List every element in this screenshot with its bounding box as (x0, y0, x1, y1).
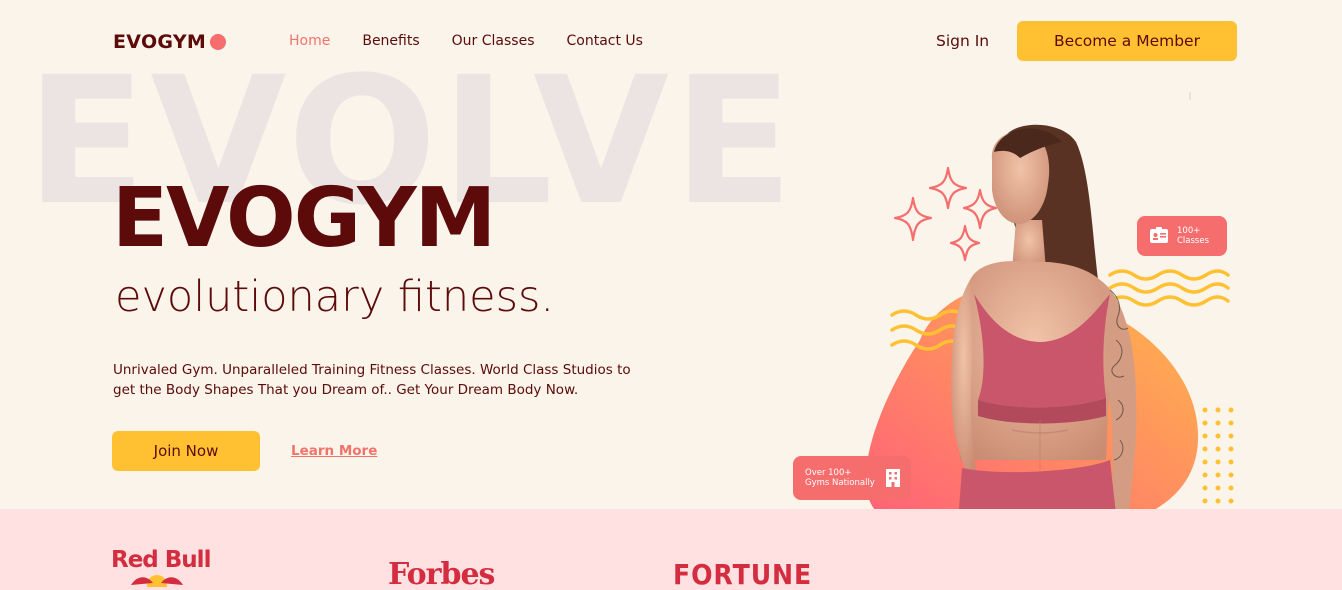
sign-in-link[interactable]: Sign In (936, 32, 989, 50)
hero-subtitle: evolutionary fitness. (115, 272, 555, 322)
gyms-count: Over 100+ (805, 468, 852, 478)
classes-label: Classes (1177, 236, 1210, 246)
sponsors-band: Red Bull Forbes FORTUNE (0, 509, 1342, 590)
hero-description: Unrivaled Gym. Unparalleled Training Fit… (113, 362, 631, 398)
join-now-button[interactable]: Join Now (112, 431, 260, 471)
become-member-button[interactable]: Become a Member (1017, 21, 1237, 61)
building-icon (883, 468, 903, 488)
sponsor-fortune-logo: FORTUNE (673, 558, 813, 590)
gyms-label: Gyms Nationally (805, 478, 875, 488)
gyms-badge: Over 100+ Gyms Nationally (793, 456, 911, 500)
id-card-icon (1149, 226, 1169, 246)
redbull-bulls-icon (131, 575, 183, 587)
classes-count: 100+ (1177, 226, 1201, 236)
sponsor-redbull-logo: Red Bull (111, 547, 211, 587)
sparkle-icons (893, 166, 998, 262)
learn-more-link[interactable]: Learn More (291, 443, 377, 459)
woman-figure (951, 124, 1137, 550)
sponsor-forbes-logo: Forbes (388, 557, 495, 590)
classes-badge: 100+ Classes (1137, 216, 1227, 256)
hero-title: EVOGYM (112, 171, 496, 266)
